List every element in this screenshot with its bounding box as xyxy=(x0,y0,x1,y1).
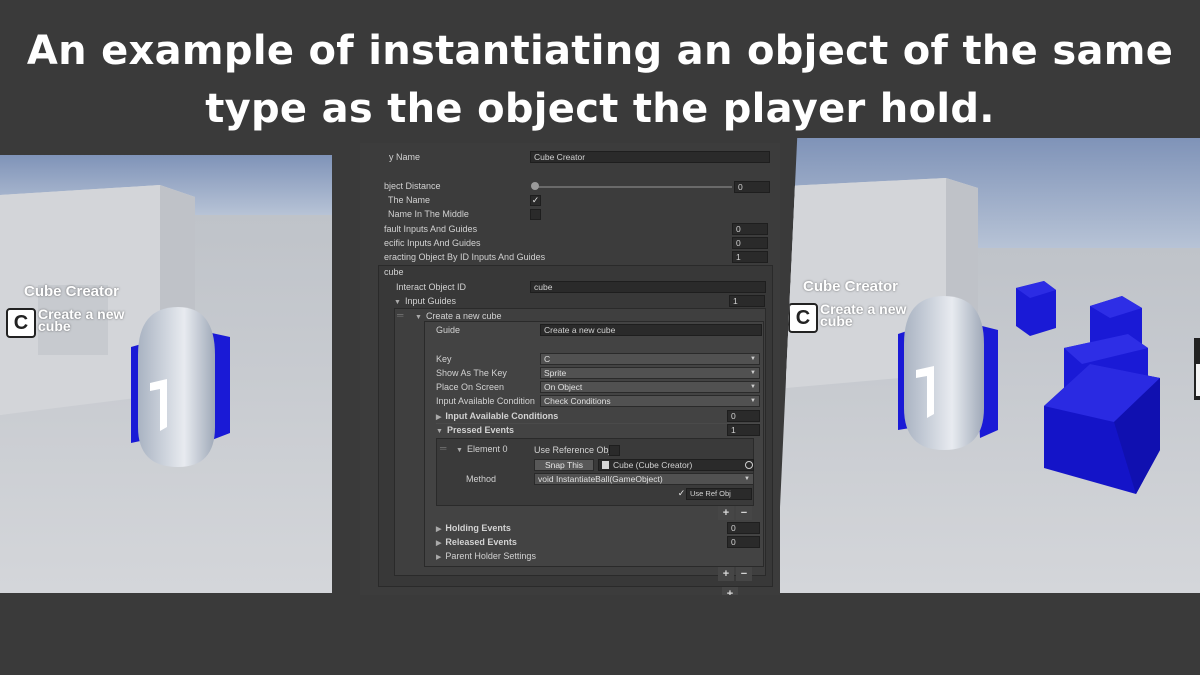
hud-input-guide: C Create a new cube xyxy=(6,306,133,338)
method-label: Method xyxy=(466,474,497,484)
use-reference-label: Use Reference Obje xyxy=(534,445,610,455)
pressed-events-count[interactable]: 1 xyxy=(727,424,760,436)
parent-holder-label: Parent Holder Settings xyxy=(445,551,536,561)
display-name-field[interactable]: Cube Creator xyxy=(530,151,770,163)
collapsed-triangle-icon: ▶ xyxy=(436,526,442,533)
method-dropdown[interactable]: void InstantiateBall(GameObject) ▼ xyxy=(534,473,754,485)
object-distance-slider[interactable] xyxy=(536,186,732,188)
expand-triangle-icon: ▼ xyxy=(415,314,422,321)
show-name-checkbox[interactable]: ✓ xyxy=(530,195,541,206)
expand-triangle-icon: ▼ xyxy=(456,447,463,454)
remove-event-button[interactable]: − xyxy=(736,506,752,520)
default-inputs-count[interactable]: 0 xyxy=(732,223,768,235)
pressed-events-foldout[interactable]: ▼ Pressed Events xyxy=(436,424,514,437)
snap-this-button[interactable]: Snap This xyxy=(534,459,594,471)
dropdown-arrow-icon: ▼ xyxy=(750,384,756,390)
game-view-before: Cube Creator C Create a new cube xyxy=(0,155,332,593)
guide-field[interactable]: Create a new cube xyxy=(540,324,762,336)
scene-after xyxy=(776,138,1200,593)
released-events-label: Released Events xyxy=(445,537,517,547)
keycap-c: C xyxy=(6,308,36,338)
object-reference-value: Cube (Cube Creator) xyxy=(613,460,693,470)
element-0-label: Element 0 xyxy=(466,444,508,454)
pressed-events-label: Pressed Events xyxy=(446,425,514,435)
input-conditions-count[interactable]: 0 xyxy=(727,410,760,422)
input-condition-value: Check Conditions xyxy=(544,396,611,406)
scene-before xyxy=(0,155,332,593)
key-label: Key xyxy=(436,354,452,364)
create-cube-label: Create a new cube xyxy=(425,311,502,321)
interact-id-label: Interact Object ID xyxy=(396,282,467,292)
input-condition-dropdown[interactable]: Check Conditions ▼ xyxy=(540,395,760,407)
add-guide-button[interactable]: + xyxy=(718,567,734,581)
remove-guide-button[interactable]: − xyxy=(736,567,752,581)
input-conditions-foldout[interactable]: ▶ Input Available Conditions xyxy=(436,410,558,423)
released-events-count[interactable]: 0 xyxy=(727,536,760,548)
default-inputs-label: fault Inputs And Guides xyxy=(384,224,478,234)
use-reference-checkbox[interactable] xyxy=(609,445,620,456)
collapsed-triangle-icon: ▶ xyxy=(436,540,442,547)
drag-handle-icon[interactable]: ═ xyxy=(397,310,403,320)
hud-guide-text: Create a new cube xyxy=(820,301,907,329)
input-guides-count[interactable]: 1 xyxy=(729,295,765,307)
holding-events-foldout[interactable]: ▶ Holding Events xyxy=(436,522,511,535)
use-ref-obj-field[interactable]: Use Ref Obj xyxy=(686,488,752,500)
place-on-screen-value: On Object xyxy=(544,382,583,392)
collapsed-triangle-icon: ▶ xyxy=(436,554,442,561)
drag-handle-icon[interactable]: ═ xyxy=(440,443,446,453)
headline: An example of instantiating an object of… xyxy=(26,28,1174,132)
specific-inputs-count[interactable]: 0 xyxy=(732,237,768,249)
interact-id-field[interactable]: cube xyxy=(530,281,766,293)
method-value: void InstantiateBall(GameObject) xyxy=(538,474,663,484)
script-file-icon xyxy=(602,461,609,469)
game-view-after: Cube Creator C Create a new cube xyxy=(776,138,1200,593)
name-middle-label: Name In The Middle xyxy=(388,209,469,219)
hud-guide-text: Create a new cube xyxy=(38,306,125,334)
show-name-label: The Name xyxy=(388,195,431,205)
display-name-label: y Name xyxy=(389,152,421,162)
object-picker-icon[interactable] xyxy=(745,461,753,469)
input-condition-label: Input Available Condition xyxy=(436,396,535,406)
input-conditions-label: Input Available Conditions xyxy=(445,411,559,421)
add-event-button[interactable]: + xyxy=(718,506,734,520)
show-as-key-label: Show As The Key xyxy=(436,368,507,378)
cube-element-header[interactable]: cube xyxy=(384,267,404,277)
expand-triangle-icon: ▼ xyxy=(436,428,443,435)
by-id-inputs-label: eracting Object By ID Inputs And Guides xyxy=(384,252,546,262)
expand-triangle-icon: ▼ xyxy=(394,299,401,306)
released-events-foldout[interactable]: ▶ Released Events xyxy=(436,536,517,549)
holding-events-count[interactable]: 0 xyxy=(727,522,760,534)
input-guides-label: Input Guides xyxy=(404,296,456,306)
dropdown-arrow-icon: ▼ xyxy=(750,398,756,404)
place-on-screen-label: Place On Screen xyxy=(436,382,505,392)
object-distance-value[interactable]: 0 xyxy=(734,181,770,193)
inspector-panel: y Name Cube Creator bject Distance 0 The… xyxy=(360,143,780,595)
by-id-inputs-count[interactable]: 1 xyxy=(732,251,768,263)
name-middle-checkbox[interactable] xyxy=(530,209,541,220)
parent-holder-foldout[interactable]: ▶ Parent Holder Settings xyxy=(436,550,536,563)
key-dropdown-value: C xyxy=(544,354,551,364)
place-on-screen-dropdown[interactable]: On Object ▼ xyxy=(540,381,760,393)
slider-handle[interactable] xyxy=(531,182,539,190)
keycap-c: C xyxy=(788,303,818,333)
hud-title: Cube Creator xyxy=(24,283,120,300)
hud-input-guide: C Create a new cube xyxy=(788,301,915,333)
hud-title: Cube Creator xyxy=(803,278,899,295)
holding-events-label: Holding Events xyxy=(445,523,511,533)
guide-label: Guide xyxy=(436,325,461,335)
dropdown-arrow-icon: ▼ xyxy=(750,356,756,362)
specific-inputs-label: ecific Inputs And Guides xyxy=(384,238,481,248)
show-as-key-value: Sprite xyxy=(544,368,567,378)
element-0-foldout[interactable]: ▼ Element 0 xyxy=(456,443,507,456)
input-guides-foldout[interactable]: ▼ Input Guides xyxy=(394,295,456,308)
show-as-key-dropdown[interactable]: Sprite ▼ xyxy=(540,367,760,379)
add-by-id-button[interactable]: + xyxy=(722,587,738,595)
collapsed-triangle-icon: ▶ xyxy=(436,414,442,421)
key-dropdown[interactable]: C ▼ xyxy=(540,353,760,365)
object-reference-field[interactable]: Cube (Cube Creator) xyxy=(598,459,754,471)
dropdown-arrow-icon: ▼ xyxy=(744,476,750,482)
dropdown-arrow-icon: ▼ xyxy=(750,370,756,376)
object-distance-label: bject Distance xyxy=(384,181,441,191)
